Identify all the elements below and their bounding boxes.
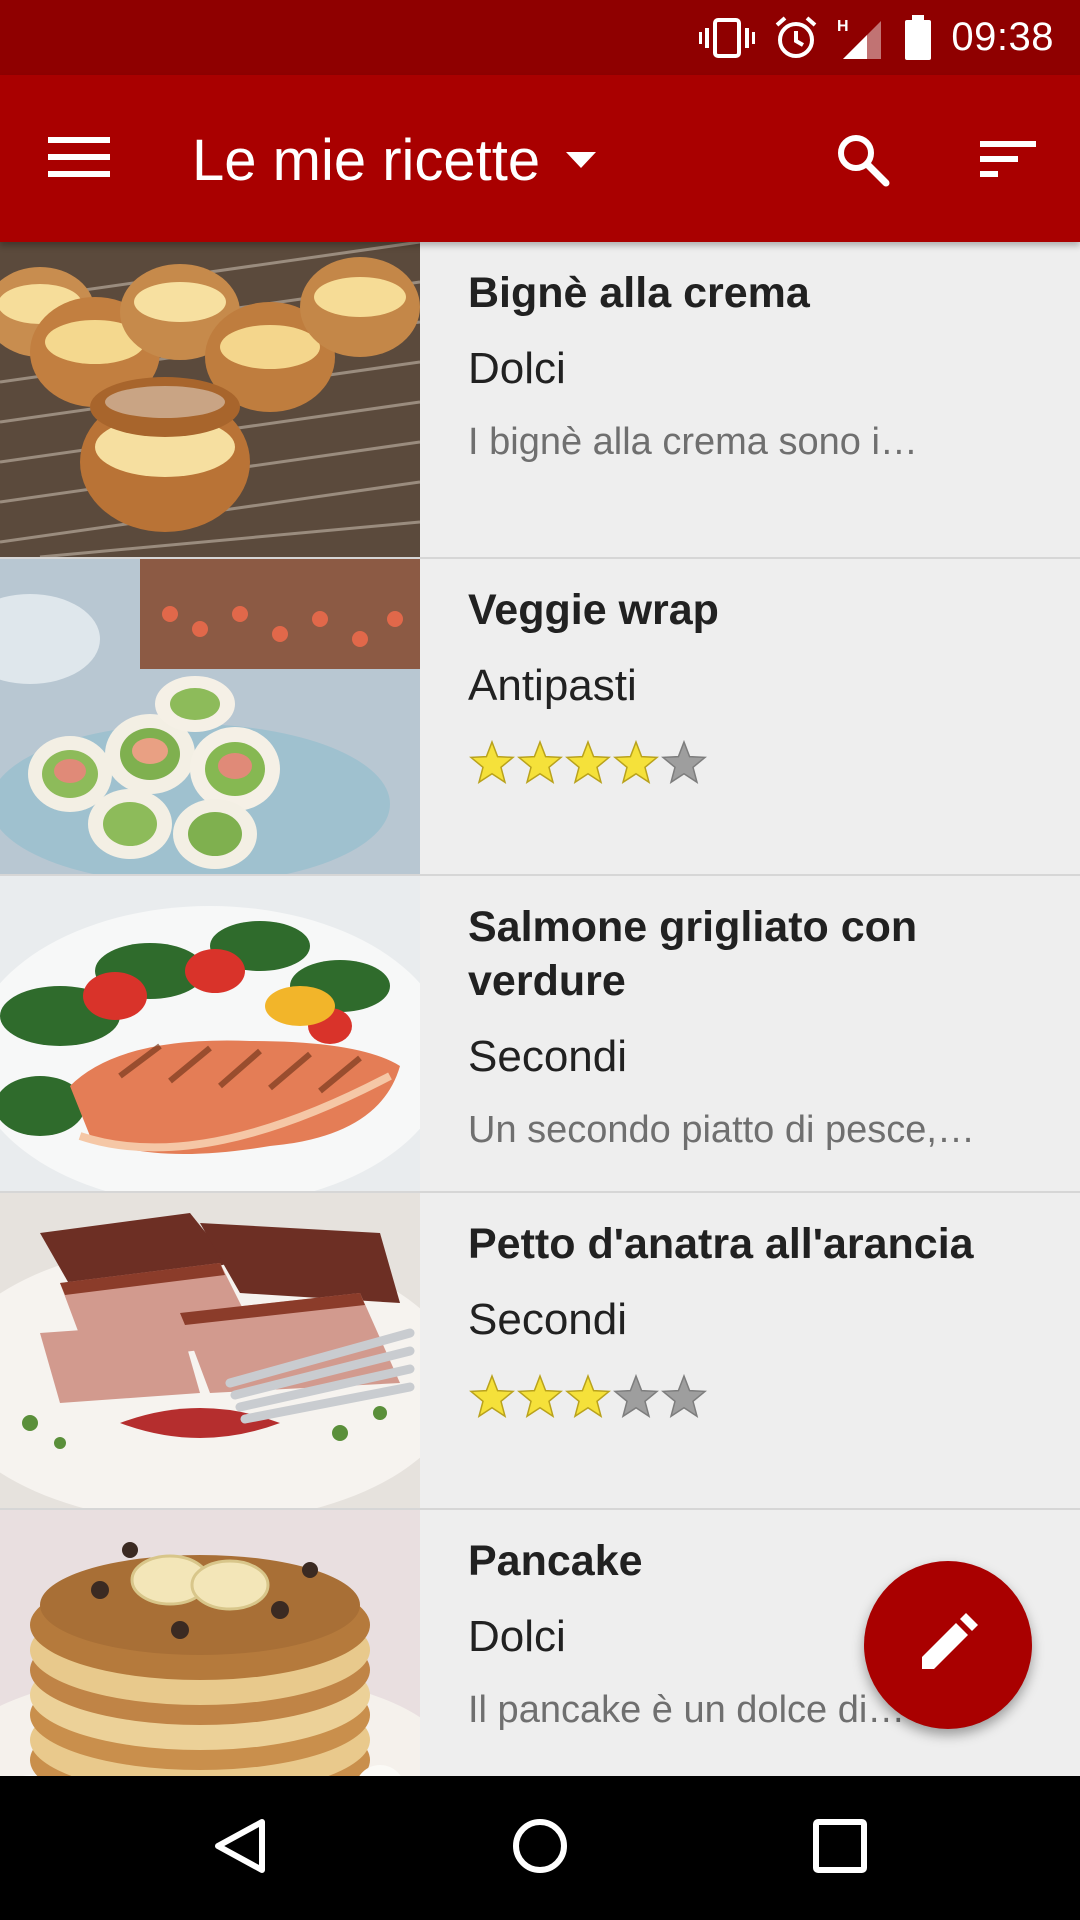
app-bar: Le mie ricette — [0, 75, 1080, 242]
recipe-item-bigne[interactable]: Bignè alla crema Dolci I bignè alla crem… — [0, 242, 1080, 559]
vibrate-icon — [699, 16, 756, 60]
star-filled-icon — [469, 1373, 515, 1419]
menu-button[interactable] — [40, 119, 120, 199]
recipe-category: Secondi — [468, 1032, 628, 1081]
star-filled-icon — [517, 739, 563, 785]
sort-button[interactable] — [966, 119, 1050, 203]
star-empty-icon — [661, 739, 707, 785]
star-filled-icon — [469, 739, 515, 785]
recipe-title: Petto d'anatra all'arancia — [468, 1220, 974, 1268]
recipe-title: Salmone grigliato con verdure — [468, 903, 918, 1005]
page-title: Le mie ricette — [192, 127, 541, 193]
recipe-item-petto-anatra[interactable]: Petto d'anatra all'arancia Secondi — [0, 1193, 1080, 1510]
new-recipe-button[interactable] — [864, 1561, 1032, 1729]
recents-button[interactable] — [790, 1798, 890, 1898]
recipe-item-salmone[interactable]: Salmone grigliato con verdure Secondi Un… — [0, 876, 1080, 1193]
menu-icon — [48, 135, 112, 184]
dropdown-arrow-icon — [566, 152, 597, 168]
star-rating — [468, 1373, 1040, 1421]
battery-icon — [903, 14, 933, 61]
sort-icon — [980, 139, 1036, 184]
recipe-category: Antipasti — [468, 661, 637, 710]
recipe-title: Bignè alla crema — [468, 269, 810, 317]
alarm-icon — [773, 15, 819, 61]
recipe-photo-grilled-salmon — [0, 876, 420, 1191]
star-filled-icon — [565, 739, 611, 785]
recents-icon — [812, 1818, 868, 1879]
navigation-bar — [0, 1776, 1080, 1920]
star-empty-icon — [613, 1373, 659, 1419]
star-empty-icon — [661, 1373, 707, 1419]
search-button[interactable] — [820, 119, 904, 203]
star-rating — [468, 739, 1040, 787]
star-filled-icon — [613, 739, 659, 785]
home-icon — [510, 1816, 570, 1881]
home-button[interactable] — [490, 1798, 590, 1898]
star-filled-icon — [517, 1373, 563, 1419]
recipe-photo-pancake — [0, 1510, 420, 1776]
star-filled-icon — [565, 1373, 611, 1419]
recipe-description: I bignè alla crema sono i… — [468, 421, 918, 463]
signal-h-icon: H — [837, 15, 885, 61]
svg-text:H: H — [837, 18, 849, 35]
recipe-category: Secondi — [468, 1295, 628, 1344]
recipe-book-selector[interactable]: Le mie ricette — [192, 115, 597, 205]
recipe-list: Bignè alla crema Dolci I bignè alla crem… — [0, 242, 1080, 1776]
recipe-item-veggie-wrap[interactable]: Veggie wrap Antipasti — [0, 559, 1080, 876]
status-time: 09:38 — [951, 15, 1054, 59]
recipe-category: Dolci — [468, 344, 566, 393]
recipe-photo-veggie-wrap — [0, 559, 420, 874]
back-icon — [210, 1816, 270, 1881]
recipe-photo-duck-breast — [0, 1193, 420, 1508]
recipe-title: Veggie wrap — [468, 586, 719, 634]
back-button[interactable] — [190, 1798, 290, 1898]
recipe-photo-cream-puffs — [0, 242, 420, 557]
search-icon — [834, 131, 890, 192]
pencil-icon — [918, 1612, 978, 1678]
status-bar: H 09:38 — [0, 0, 1080, 75]
recipe-description: Un secondo piatto di pesce,… — [468, 1109, 975, 1151]
